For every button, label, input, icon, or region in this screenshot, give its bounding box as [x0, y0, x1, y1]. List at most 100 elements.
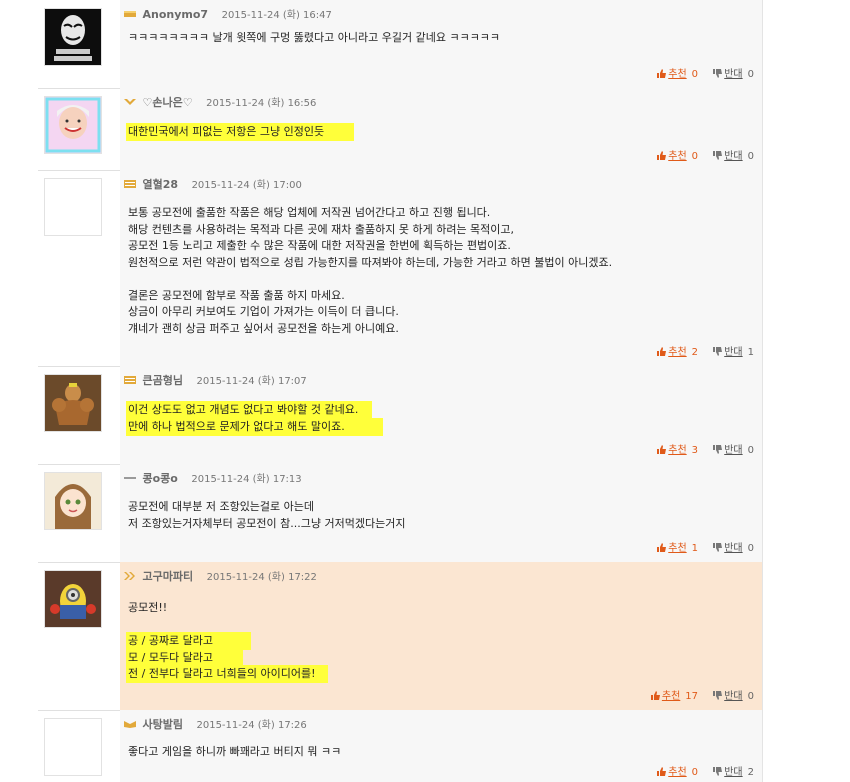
level-icon	[124, 376, 136, 384]
comment-line: 저 조항있는거자체부터 공모전이 참...그냥 거저먹겠다는거지	[128, 516, 406, 530]
downvote-count: 0	[747, 691, 754, 702]
comment-body: ㅋㅋㅋㅋㅋㅋㅋㅋ 날개 윗쪽에 구멍 뚫렸다고 아니라고 우길거 같네요 ㅋㅋㅋ…	[128, 30, 754, 47]
comment-item: 열혈28 2015-11-24 (화) 17:00 보통 공모전에 출품한 작품…	[38, 170, 762, 367]
avatar[interactable]	[44, 472, 102, 530]
comment-date: 2015-11-24 (화) 17:07	[196, 376, 307, 387]
downvote-button[interactable]: 반대 0	[713, 542, 754, 556]
comment-line: 대한민국에서 피없는 저항은 그냥 인정인듯	[126, 123, 355, 141]
comment-author[interactable]: 사탕발림	[143, 718, 183, 731]
downvote-button[interactable]: 반대 0	[713, 444, 754, 458]
comment-line: 공 / 공짜로 달라고	[126, 632, 252, 650]
level-icon	[124, 180, 136, 188]
comment-date: 2015-11-24 (화) 17:26	[196, 720, 307, 731]
avatar[interactable]	[44, 96, 102, 154]
comment-item: 콩o콩o 2015-11-24 (화) 17:13 공모전에 대부분 저 조항있…	[38, 464, 762, 563]
downvote-button[interactable]: 반대 1	[713, 346, 754, 360]
avatar[interactable]	[44, 718, 102, 776]
comment-line	[128, 271, 754, 288]
comment-line: 만에 하나 법적으로 문제가 없다고 해도 말이죠.	[126, 417, 383, 436]
comment-date: 2015-11-24 (화) 17:13	[191, 474, 302, 485]
comment-line: 모 / 모두다 달라고	[126, 648, 244, 667]
downvote-button[interactable]: 반대 0	[713, 150, 754, 164]
avatar[interactable]	[44, 374, 102, 432]
comment-body: 이건 상도도 없고 개념도 없다고 봐야할 것 같네요. 만에 하나 법적으로 …	[126, 401, 754, 436]
thumbs-up-icon	[657, 346, 667, 356]
downvote-count: 0	[747, 543, 754, 554]
list-divider	[762, 0, 763, 782]
upvote-count: 0	[691, 151, 699, 162]
thumbs-up-icon	[657, 766, 667, 776]
comment-author[interactable]: 고구마파티	[143, 570, 194, 583]
comment-date: 2015-11-24 (화) 16:47	[221, 10, 332, 21]
upvote-button[interactable]: 추천 1	[657, 542, 698, 556]
upvote-button[interactable]: 추천 0	[657, 766, 698, 780]
comment-line	[128, 617, 754, 634]
comment-item: ♡손나은♡ 2015-11-24 (화) 16:56 대한민국에서 피없는 저항…	[38, 88, 762, 171]
comment-item: 사탕발림 2015-11-24 (화) 17:26 좋다고 게임을 하니까 빠꽤…	[38, 710, 762, 782]
level-icon	[124, 99, 136, 105]
thumbs-down-icon	[713, 68, 723, 78]
upvote-count: 1	[691, 543, 699, 554]
downvote-button[interactable]: 반대 0	[713, 690, 754, 704]
comment-list: Anonymo7 2015-11-24 (화) 16:47 ㅋㅋㅋㅋㅋㅋㅋㅋ 날…	[0, 0, 850, 782]
thumbs-up-icon	[657, 68, 667, 78]
upvote-button[interactable]: 추천 0	[657, 68, 698, 82]
comment-line: 걔네가 괜히 상금 퍼주고 싶어서 공모전을 하는게 아니예요.	[128, 321, 399, 335]
comment-line: 원천적으로 저런 약관이 법적으로 성립 가능한지를 따져봐야 하는데, 가능한…	[128, 255, 613, 269]
thumbs-down-icon	[713, 150, 723, 160]
comment-item: 고구마파티 2015-11-24 (화) 17:22 공모전!! 공 / 공짜로…	[38, 562, 762, 711]
level-icon	[124, 11, 136, 17]
thumbs-up-icon	[657, 542, 667, 552]
downvote-button[interactable]: 반대 2	[713, 766, 754, 780]
comment-body: 보통 공모전에 출품한 작품은 해당 업체에 저작권 넘어간다고 하고 진행 됩…	[128, 205, 754, 337]
comment-line: 공모전!!	[128, 601, 168, 614]
downvote-count: 2	[747, 767, 754, 778]
comment-line: 결론은 공모전에 함부로 작품 출품 하지 마세요.	[128, 288, 345, 302]
comment-date: 2015-11-24 (화) 17:22	[206, 572, 317, 583]
comment-line: 공모전에 대부분 저 조항있는걸로 아는데	[128, 500, 315, 513]
comment-body: 대한민국에서 피없는 저항은 그냥 인정인듯	[126, 123, 754, 141]
comment-body: 공모전에 대부분 저 조항있는걸로 아는데 저 조항있는거자체부터 공모전이 참…	[128, 499, 754, 532]
upvote-button[interactable]: 추천 17	[650, 690, 699, 704]
level-icon	[124, 721, 136, 728]
downvote-count: 0	[747, 69, 754, 80]
comment-line: 이건 상도도 없고 개념도 없다고 봐야할 것 같네요.	[126, 401, 373, 419]
thumbs-down-icon	[713, 766, 723, 776]
thumbs-down-icon	[713, 444, 723, 454]
downvote-count: 1	[747, 347, 754, 358]
comment-author[interactable]: 큰곰형님	[143, 374, 183, 387]
avatar[interactable]	[44, 8, 102, 66]
comment-line: 좋다고 게임을 하니까 빠꽤라고 버티지 뭐 ㅋㅋ	[128, 745, 342, 758]
avatar[interactable]	[44, 570, 102, 628]
comment-line: 상금이 아무리 커보여도 기업이 가져가는 이득이 더 큽니다.	[128, 305, 399, 318]
comment-author[interactable]: 열혈28	[143, 178, 179, 191]
thumbs-up-icon	[657, 150, 667, 160]
upvote-count: 3	[691, 445, 699, 456]
comment-date: 2015-11-24 (화) 16:56	[206, 98, 317, 109]
upvote-count: 0	[691, 69, 699, 80]
upvote-count: 17	[685, 691, 699, 702]
comment-author[interactable]: ♡손나은♡	[143, 96, 193, 109]
comment-line: ㅋㅋㅋㅋㅋㅋㅋㅋ 날개 윗쪽에 구멍 뚫렸다고 아니라고 우길거 같네요 ㅋㅋㅋ…	[128, 31, 501, 44]
upvote-count: 0	[691, 767, 699, 778]
thumbs-down-icon	[713, 690, 723, 700]
level-icon	[124, 477, 136, 479]
level-icon	[124, 572, 135, 580]
comment-line: 전 / 전부다 달라고 너희들의 아이디어를!	[126, 665, 328, 683]
upvote-count: 2	[691, 347, 699, 358]
upvote-button[interactable]: 추천 0	[657, 150, 698, 164]
comment-line: 해당 컨텐츠를 사용하려는 목적과 다른 곳에 재차 출품하지 못 하게 하려는…	[128, 222, 515, 236]
thumbs-up-icon	[650, 690, 660, 700]
upvote-button[interactable]: 추천 2	[657, 346, 698, 360]
thumbs-down-icon	[713, 346, 723, 356]
comment-item: Anonymo7 2015-11-24 (화) 16:47 ㅋㅋㅋㅋㅋㅋㅋㅋ 날…	[38, 0, 762, 89]
downvote-count: 0	[747, 151, 754, 162]
comment-item: 큰곰형님 2015-11-24 (화) 17:07 이건 상도도 없고 개념도 …	[38, 366, 762, 465]
upvote-button[interactable]: 추천 3	[657, 444, 698, 458]
comment-author[interactable]: Anonymo7	[143, 8, 209, 21]
comment-author[interactable]: 콩o콩o	[143, 472, 178, 485]
downvote-button[interactable]: 반대 0	[713, 68, 754, 82]
avatar[interactable]	[44, 178, 102, 236]
thumbs-up-icon	[657, 444, 667, 454]
comment-date: 2015-11-24 (화) 17:00	[191, 180, 302, 191]
